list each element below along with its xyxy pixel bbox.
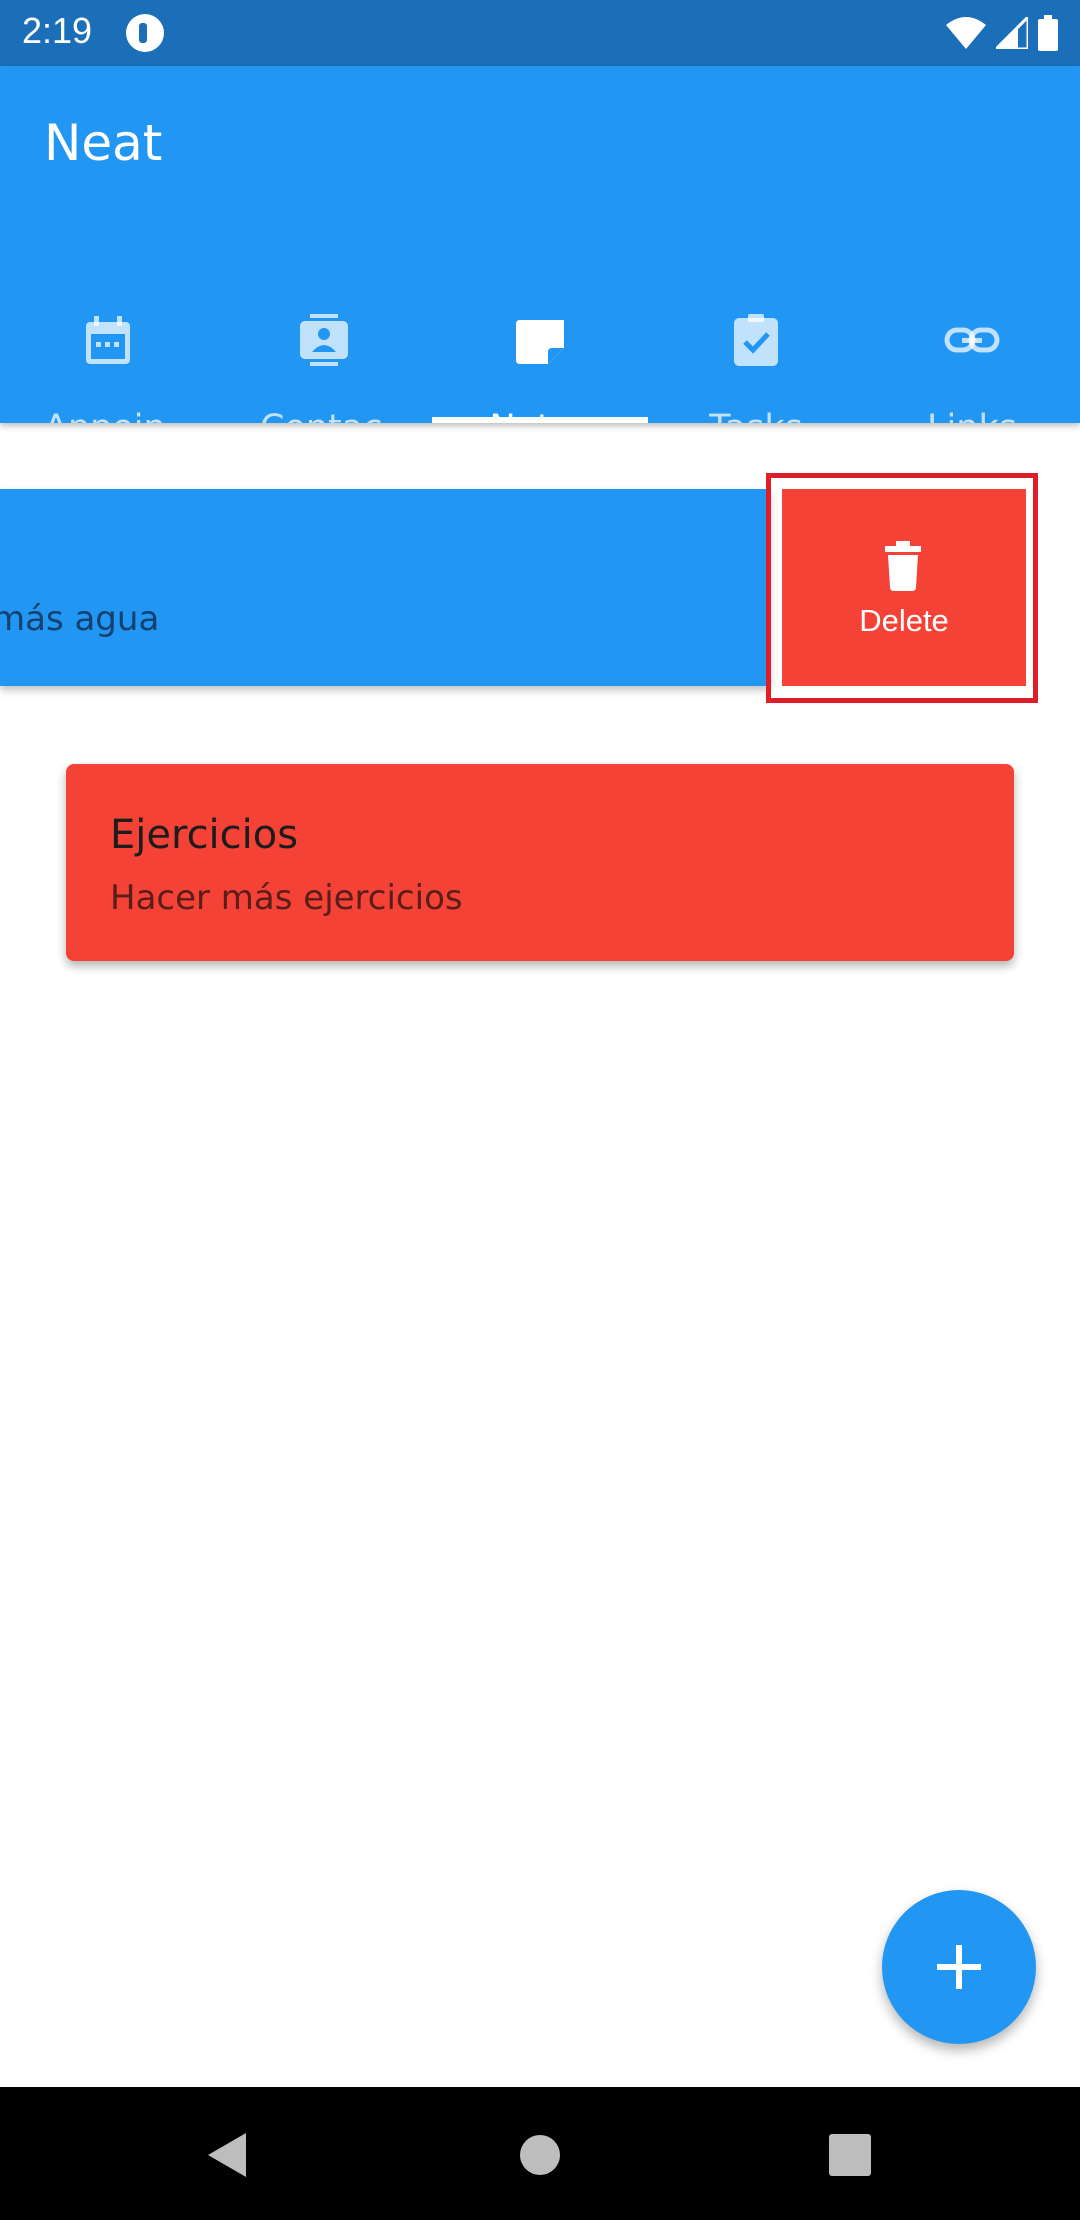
note-body: más agua [0,599,160,639]
back-icon[interactable] [200,2127,256,2183]
contact-card-icon [300,314,348,366]
note-title: Ejercicios [110,812,299,858]
recents-icon[interactable] [822,2127,878,2183]
tab-bar: Appoin Contac Notes Tasks Links [0,236,1080,423]
plus-icon [937,1945,981,1989]
tab-label: Appoin [44,408,166,423]
signal-icon [996,17,1028,49]
trash-icon [885,541,921,591]
clipboard-check-icon [734,314,778,366]
status-icons [946,14,1058,52]
active-tab-indicator [432,417,648,423]
tab-label: Tasks [648,408,864,423]
add-note-button[interactable] [882,1890,1036,2044]
tab-tasks[interactable]: Tasks [648,236,864,423]
tab-notes[interactable]: Notes [432,236,648,423]
home-icon[interactable] [512,2127,568,2183]
status-time: 2:19 [22,10,93,51]
note-card[interactable]: más agua [0,489,770,686]
link-icon [944,327,1000,353]
tab-label: Links [864,408,1080,423]
app-bar: Neat Appoin Contac Notes Tasks Links [0,66,1080,423]
app-notification-icon [126,14,164,52]
note-body: Hacer más ejercicios [110,878,463,918]
system-nav-bar [0,2087,1080,2220]
note-card[interactable]: Ejercicios Hacer más ejercicios [66,764,1014,961]
tab-label: Contac [260,408,382,423]
app-title: Neat [44,114,163,172]
tab-contacts[interactable]: Contac [216,236,432,423]
note-icon [516,320,564,364]
status-bar: 2:19 [0,0,1080,66]
calendar-icon [86,316,130,364]
wifi-icon [946,17,986,49]
battery-icon [1038,15,1058,51]
tab-appointments[interactable]: Appoin [0,236,216,423]
delete-label: Delete [859,603,949,638]
tab-links[interactable]: Links [864,236,1080,423]
delete-button[interactable]: Delete [782,489,1026,686]
